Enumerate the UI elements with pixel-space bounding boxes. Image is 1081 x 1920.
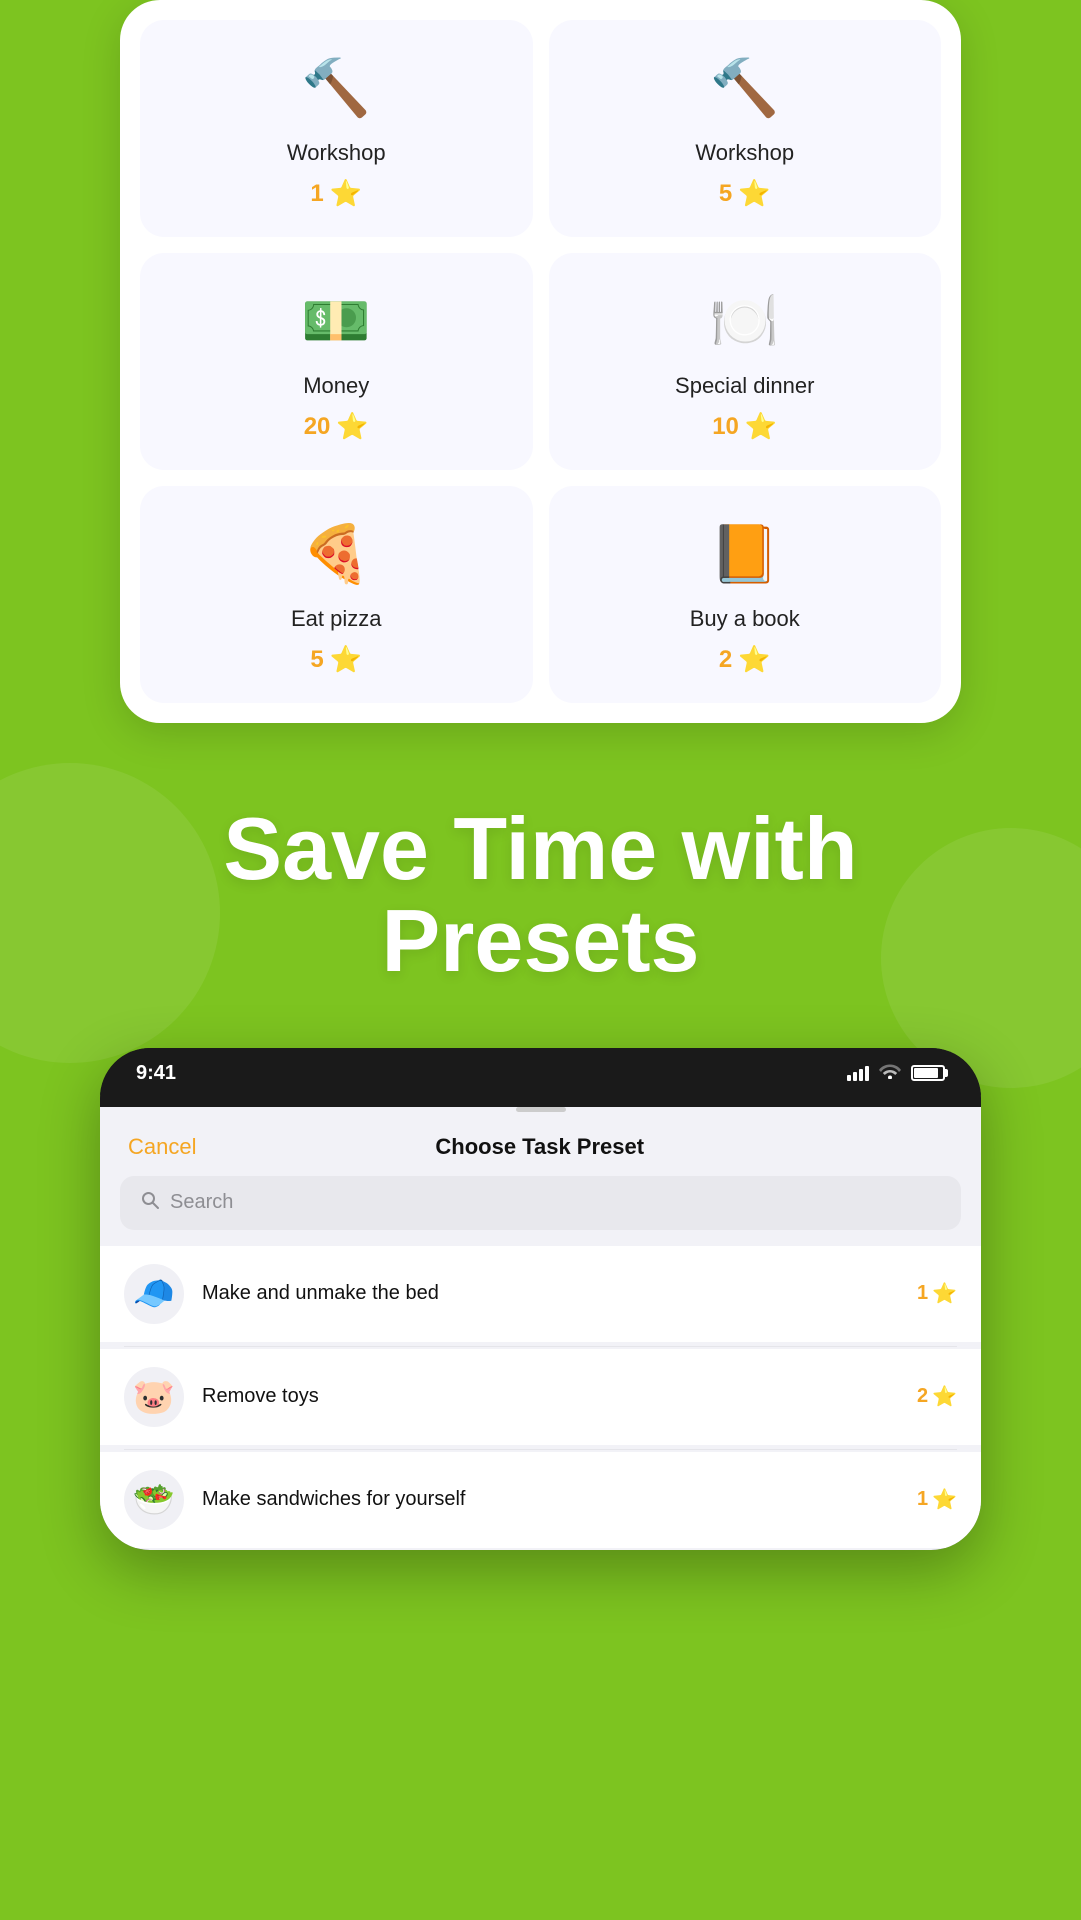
task-points: 2⭐ [917,1384,957,1409]
reward-card-workshop5[interactable]: 🔨 Workshop 5⭐ [549,20,942,237]
star-icon: ⭐ [932,1384,957,1409]
headline-line1: Save Time with [223,799,857,898]
reward-icon-workshop5: 🔨 [705,48,785,128]
task-divider [124,1346,957,1347]
cancel-button[interactable]: Cancel [128,1134,196,1160]
headline-line2: Presets [381,891,699,990]
reward-name: Workshop [695,140,794,166]
status-time: 9:41 [136,1062,176,1085]
task-item-toys[interactable]: 🐷 Remove toys 2⭐ [100,1349,981,1445]
search-placeholder: Search [170,1191,233,1214]
modal-header: Cancel Choose Task Preset [100,1124,981,1176]
task-icon-toys: 🐷 [124,1367,184,1427]
task-item-bed[interactable]: 🧢 Make and unmake the bed 1⭐ [100,1246,981,1342]
reward-card-specialdinner[interactable]: 🍽️ Special dinner 10⭐ [549,253,942,470]
status-icons [847,1063,945,1084]
task-name: Make sandwiches for yourself [202,1488,899,1511]
reward-card-buybook[interactable]: 📙 Buy a book 2⭐ [549,486,942,703]
search-icon [140,1190,160,1216]
task-name: Make and unmake the bed [202,1282,899,1305]
star-icon: ⭐ [738,644,770,675]
reward-icon-specialdinner: 🍽️ [705,281,785,361]
reward-points: 10⭐ [712,411,777,442]
rewards-grid: 🔨 Workshop 1⭐ 🔨 Workshop 5⭐ 💵 Money 20⭐ 🍽️ Special… [140,20,941,703]
task-points: 1⭐ [917,1281,957,1306]
task-list: 🧢 Make and unmake the bed 1⭐ 🐷 Remove toys 2⭐… [100,1246,981,1550]
reward-card-workshop1[interactable]: 🔨 Workshop 1⭐ [140,20,533,237]
reward-points: 1⭐ [310,178,362,209]
battery-icon [911,1065,945,1081]
task-icon-sandwiches: 🥗 [124,1470,184,1530]
reward-name: Money [303,373,369,399]
reward-name: Workshop [287,140,386,166]
reward-icon-eatpizza: 🍕 [296,514,376,594]
task-icon-bed: 🧢 [124,1264,184,1324]
status-bar: 9:41 [100,1048,981,1095]
reward-points: 5⭐ [310,644,362,675]
search-bar[interactable]: Search [120,1176,961,1230]
reward-points: 5⭐ [719,178,771,209]
reward-name: Special dinner [675,373,814,399]
phone-content: Cancel Choose Task Preset Search 🧢 Make a… [100,1107,981,1550]
task-item-sandwiches[interactable]: 🥗 Make sandwiches for yourself 1⭐ [100,1452,981,1548]
bottom-phone-mockup: 9:41 [100,1048,981,1550]
reward-name: Buy a book [690,606,800,632]
reward-points: 20⭐ [304,411,369,442]
star-icon: ⭐ [932,1487,957,1512]
headline-section: Save Time with Presets [0,723,1081,1048]
task-points: 1⭐ [917,1487,957,1512]
star-icon: ⭐ [330,644,362,675]
bottom-phone-wrapper: 9:41 [100,1048,981,1550]
reward-icon-workshop1: 🔨 [296,48,376,128]
top-phone-mockup: 🔨 Workshop 1⭐ 🔨 Workshop 5⭐ 💵 Money 20⭐ 🍽️ Special… [120,0,961,723]
star-icon: ⭐ [745,411,777,442]
task-divider [124,1449,957,1450]
reward-card-money20[interactable]: 💵 Money 20⭐ [140,253,533,470]
star-icon: ⭐ [738,178,770,209]
wifi-icon [879,1063,901,1084]
star-icon: ⭐ [932,1281,957,1306]
task-name: Remove toys [202,1385,899,1408]
modal-title: Choose Task Preset [435,1134,644,1160]
star-icon: ⭐ [336,411,368,442]
drag-handle [516,1107,566,1112]
reward-icon-money20: 💵 [296,281,376,361]
reward-icon-buybook: 📙 [705,514,785,594]
star-icon: ⭐ [330,178,362,209]
signal-bars-icon [847,1066,869,1081]
reward-points: 2⭐ [719,644,771,675]
reward-card-eatpizza[interactable]: 🍕 Eat pizza 5⭐ [140,486,533,703]
reward-name: Eat pizza [291,606,382,632]
